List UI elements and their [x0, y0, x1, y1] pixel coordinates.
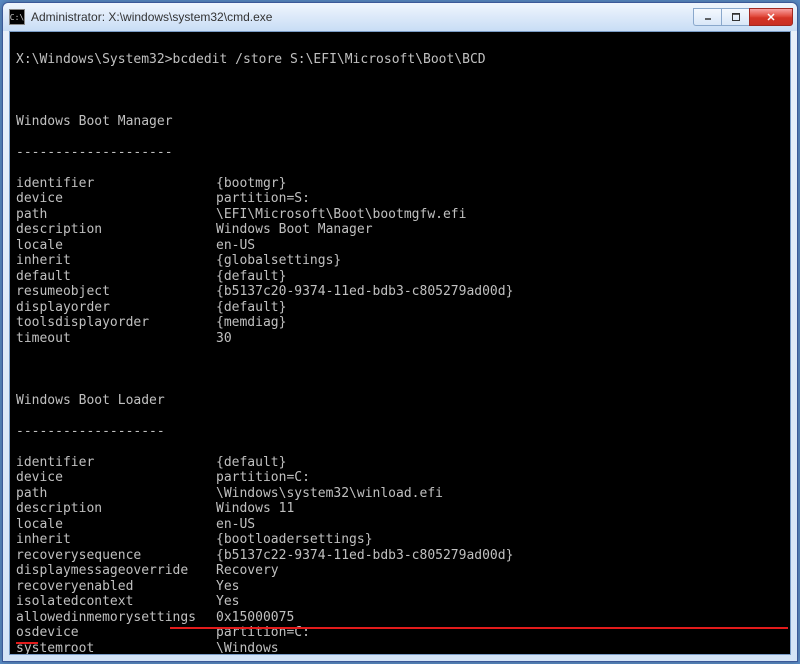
output-key: description	[16, 501, 216, 517]
output-value: {bootmgr}	[216, 176, 286, 192]
output-value: {b5137c20-9374-11ed-bdb3-c805279ad00d}	[216, 284, 513, 300]
output-value: en-US	[216, 517, 255, 533]
output-row: descriptionWindows 11	[16, 501, 784, 517]
output-key: device	[16, 470, 216, 486]
output-value: partition=C:	[216, 470, 310, 486]
section-title-bootmgr: Windows Boot Manager	[16, 114, 784, 130]
output-key: systemroot	[16, 641, 216, 656]
prompt-line-1: X:\Windows\System32>bcdedit /store S:\EF…	[16, 52, 784, 68]
output-key: identifier	[16, 455, 216, 471]
output-key: inherit	[16, 253, 216, 269]
annotation-underline-wrap	[16, 642, 38, 644]
titlebar[interactable]: C:\ Administrator: X:\windows\system32\c…	[3, 3, 797, 31]
output-row: inherit{bootloadersettings}	[16, 532, 784, 548]
output-key: allowedinmemorysettings	[16, 610, 216, 626]
output-key: toolsdisplayorder	[16, 315, 216, 331]
output-row: devicepartition=C:	[16, 470, 784, 486]
output-row: localeen-US	[16, 238, 784, 254]
output-value: {default}	[216, 300, 286, 316]
output-value: \Windows	[216, 641, 279, 656]
maximize-button[interactable]	[721, 8, 749, 26]
output-key: recoverysequence	[16, 548, 216, 564]
output-key: device	[16, 191, 216, 207]
output-row: recoveryenabledYes	[16, 579, 784, 595]
output-value: 0x15000075	[216, 610, 294, 626]
output-row: resumeobject{b5137c20-9374-11ed-bdb3-c80…	[16, 284, 784, 300]
output-row: toolsdisplayorder{memdiag}	[16, 315, 784, 331]
output-value: {default}	[216, 269, 286, 285]
output-row: allowedinmemorysettings0x15000075	[16, 610, 784, 626]
output-key: description	[16, 222, 216, 238]
output-value: Yes	[216, 594, 239, 610]
output-row: recoverysequence{b5137c22-9374-11ed-bdb3…	[16, 548, 784, 564]
output-row: localeen-US	[16, 517, 784, 533]
output-row: path\EFI\Microsoft\Boot\bootmgfw.efi	[16, 207, 784, 223]
divider: --------------------	[16, 145, 784, 161]
output-key: path	[16, 486, 216, 502]
section-title-bootloader: Windows Boot Loader	[16, 393, 784, 409]
output-value: \EFI\Microsoft\Boot\bootmgfw.efi	[216, 207, 466, 223]
output-value: Windows 11	[216, 501, 294, 517]
output-key: inherit	[16, 532, 216, 548]
output-row: timeout30	[16, 331, 784, 347]
window-title: Administrator: X:\windows\system32\cmd.e…	[31, 10, 693, 24]
output-value: Windows Boot Manager	[216, 222, 373, 238]
output-key: timeout	[16, 331, 216, 347]
output-value: Yes	[216, 579, 239, 595]
close-button[interactable]	[749, 8, 793, 26]
output-key: displaymessageoverride	[16, 563, 216, 579]
blank-line	[16, 83, 784, 99]
output-key: displayorder	[16, 300, 216, 316]
output-key: isolatedcontext	[16, 594, 216, 610]
output-value: \Windows\system32\winload.efi	[216, 486, 443, 502]
window-controls	[693, 8, 793, 26]
output-value: 30	[216, 331, 232, 347]
output-value: partition=S:	[216, 191, 310, 207]
output-row: isolatedcontextYes	[16, 594, 784, 610]
output-value: {bootloadersettings}	[216, 532, 373, 548]
output-value: {b5137c22-9374-11ed-bdb3-c805279ad00d}	[216, 548, 513, 564]
output-key: path	[16, 207, 216, 223]
output-value: {globalsettings}	[216, 253, 341, 269]
output-value: en-US	[216, 238, 255, 254]
output-row: systemroot\Windows	[16, 641, 784, 656]
output-row: path\Windows\system32\winload.efi	[16, 486, 784, 502]
annotation-underline	[170, 627, 788, 629]
output-row: inherit{globalsettings}	[16, 253, 784, 269]
divider: -------------------	[16, 424, 784, 440]
output-key: resumeobject	[16, 284, 216, 300]
output-row: descriptionWindows Boot Manager	[16, 222, 784, 238]
output-key: locale	[16, 238, 216, 254]
cmd-icon: C:\	[9, 9, 25, 25]
output-value: {default}	[216, 455, 286, 471]
output-row: devicepartition=S:	[16, 191, 784, 207]
output-key: identifier	[16, 176, 216, 192]
output-row: identifier{default}	[16, 455, 784, 471]
output-row: displaymessageoverrideRecovery	[16, 563, 784, 579]
output-value: Recovery	[216, 563, 279, 579]
output-key: locale	[16, 517, 216, 533]
minimize-button[interactable]	[693, 8, 721, 26]
output-key: default	[16, 269, 216, 285]
blank-line	[16, 362, 784, 378]
output-row: displayorder{default}	[16, 300, 784, 316]
terminal-output[interactable]: X:\Windows\System32>bcdedit /store S:\EF…	[9, 31, 791, 655]
output-key: recoveryenabled	[16, 579, 216, 595]
output-row: default{default}	[16, 269, 784, 285]
output-row: identifier{bootmgr}	[16, 176, 784, 192]
cmd-window: C:\ Administrator: X:\windows\system32\c…	[2, 2, 798, 662]
output-value: {memdiag}	[216, 315, 286, 331]
